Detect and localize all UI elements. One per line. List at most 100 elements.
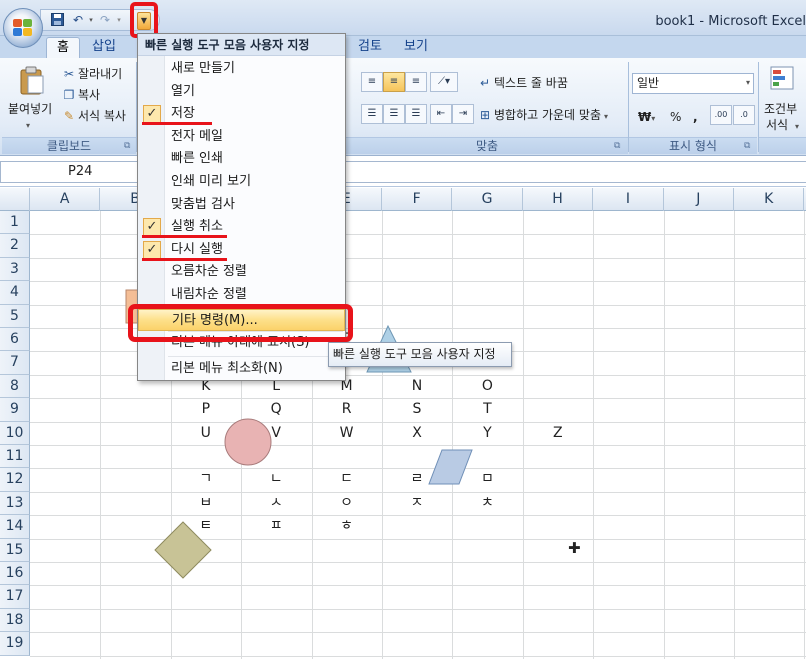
menu-item-label: 전자 메일 [171, 128, 223, 144]
check-mark-icon: ✓ [143, 218, 161, 237]
window-title: book1 - Microsoft Excel [655, 14, 806, 29]
merge-center-label: 병합하고 가운데 맞춤 [494, 108, 601, 122]
tab-review[interactable]: 검토 [350, 37, 390, 58]
menu-separator [168, 355, 343, 357]
increase-decimal-button[interactable]: .00 [710, 105, 732, 125]
menu-item-minimize-ribbon[interactable]: 리본 메뉴 최소화(N) [138, 358, 345, 380]
comma-button[interactable]: , [693, 109, 698, 125]
align-center-button[interactable]: ☰ [383, 104, 405, 124]
merge-center-button[interactable]: ⊞ 병합하고 가운데 맞춤 ▾ [478, 107, 608, 125]
menu-item-label: 맞춤법 검사 [171, 196, 235, 212]
formula-bar: P24 [0, 157, 806, 187]
conditional-format-dropdown-icon[interactable]: ▾ [795, 119, 799, 135]
redo-arrow-icon[interactable]: ↷ [98, 13, 112, 27]
menu-item-label: 새로 만들기 [171, 61, 235, 76]
floppy-disk-icon[interactable] [50, 13, 64, 27]
text-orientation-button[interactable]: ⟋▾ [430, 72, 458, 92]
menu-item-label: 다시 실행 [171, 241, 223, 257]
clipboard-paste-icon[interactable] [18, 66, 48, 96]
tab-home[interactable]: 홈 [46, 37, 80, 58]
paste-button[interactable]: 붙여넣기 [8, 101, 52, 117]
undo-dropdown-icon[interactable]: ▾ [84, 13, 98, 27]
tab-insert[interactable]: 삽입 [84, 37, 124, 58]
menu-item-label: 리본 메뉴 최소화(N) [171, 360, 283, 376]
menu-item-9[interactable]: 오름차순 정렬 [138, 261, 345, 283]
menu-item-0[interactable]: 새로 만들기 [138, 58, 345, 80]
clipboard-launcher-icon[interactable]: ⧉ [124, 141, 130, 151]
align-left-button[interactable]: ☰ [361, 104, 383, 124]
number-format-combobox[interactable]: 일반 ▾ [632, 73, 754, 94]
merge-cells-icon: ⊞ [479, 108, 491, 122]
increase-indent-button[interactable]: ⇥ [452, 104, 474, 124]
wrap-text-label: 텍스트 줄 바꿈 [494, 76, 568, 90]
title-bar: ↶ ▾ ↷ ▾ ▼ book1 - Microsoft Excel [0, 0, 806, 48]
styles-group-label [759, 137, 806, 154]
conditional-format-label-2[interactable]: 서식 [766, 117, 788, 133]
align-top-button[interactable]: ≡ [361, 72, 383, 92]
align-middle-button[interactable]: ≡ [383, 72, 405, 92]
check-mark-icon: ✓ [143, 240, 161, 259]
percent-button[interactable]: % [670, 109, 681, 125]
redo-dropdown-icon[interactable]: ▾ [112, 13, 126, 27]
menu-item-10[interactable]: 내림차순 정렬 [138, 284, 345, 306]
diamond-shape[interactable] [154, 521, 212, 579]
menu-item-1[interactable]: 열기 [138, 81, 345, 103]
circle-shape[interactable] [224, 418, 272, 466]
cut-button[interactable]: ✂ 잘라내기 [62, 66, 122, 82]
scissors-icon: ✂ [63, 67, 75, 81]
worksheet-grid[interactable]: ABCDEFGHIJK 1234567891011121314151617181… [0, 188, 806, 659]
menu-item-6[interactable]: 맞춤법 검사 [138, 194, 345, 216]
decrease-decimal-button[interactable]: .0 [733, 105, 755, 125]
merge-dropdown-icon: ▾ [604, 112, 609, 121]
ribbon-tabs: 홈 삽입 검토 보기 [0, 36, 806, 58]
conditional-format-icon[interactable] [770, 66, 794, 94]
format-painter-button[interactable]: ✎ 서식 복사 [62, 108, 126, 124]
menu-item-4[interactable]: 빠른 인쇄 [138, 148, 345, 170]
currency-label: ₩ [638, 110, 652, 124]
formula-input[interactable] [345, 161, 806, 183]
menu-item-label: 빠른 인쇄 [171, 151, 223, 167]
menu-item-label: 내림차순 정렬 [171, 287, 247, 302]
wrap-text-button[interactable]: ↵ 텍스트 줄 바꿈 [478, 75, 568, 91]
align-bottom-button[interactable]: ≡ [405, 72, 427, 92]
highlight-box-more-commands [128, 304, 353, 342]
currency-button[interactable]: ₩▾ [638, 109, 655, 127]
menu-item-label: 저장 [171, 106, 195, 122]
menu-header: 빠른 실행 도구 모음 사용자 지정 [138, 34, 345, 56]
shapes-layer [125, 289, 473, 579]
menu-item-5[interactable]: 인쇄 미리 보기 [138, 171, 345, 193]
red-underline [142, 235, 227, 239]
alignment-group-label: 맞춤 [346, 137, 628, 154]
office-logo-icon [13, 19, 33, 37]
number-group-label: 표시 형식 [629, 137, 757, 154]
decrease-indent-button[interactable]: ⇤ [430, 104, 452, 124]
currency-dropdown-icon: ▾ [651, 114, 656, 123]
number-format-dropdown-icon: ▾ [745, 78, 750, 87]
menu-item-label: 인쇄 미리 보기 [171, 174, 252, 189]
menu-item-label: 열기 [171, 83, 195, 99]
format-painter-label: 서식 복사 [78, 109, 126, 123]
clipboard-group-label: 클립보드 [2, 137, 136, 154]
cut-label: 잘라내기 [78, 67, 123, 81]
conditional-format-label-1[interactable]: 조건부 [764, 101, 797, 117]
paste-dropdown-icon[interactable]: ▾ [26, 118, 30, 134]
menu-item-3[interactable]: 전자 메일 [138, 126, 345, 148]
tooltip: 빠른 실행 도구 모음 사용자 지정 [328, 342, 512, 367]
number-format-value: 일반 [637, 76, 660, 90]
red-underline [142, 122, 212, 126]
office-button[interactable] [3, 8, 43, 48]
ribbon: 붙여넣기 ▾ ✂ 잘라내기 ❐ 복사 ✎ 서식 복사 클립보드 ⧉ ≡ ≡ ≡ ⟋▾ … [0, 58, 806, 156]
menu-item-label: 실행 취소 [171, 219, 223, 235]
tab-view[interactable]: 보기 [396, 37, 436, 58]
copy-button[interactable]: ❐ 복사 [62, 87, 100, 103]
parallelogram-shape[interactable] [428, 449, 473, 485]
paintbrush-icon: ✎ [63, 109, 75, 123]
red-underline [142, 257, 227, 261]
undo-arrow-icon[interactable]: ↶ [71, 13, 85, 27]
align-right-button[interactable]: ☰ [405, 104, 427, 124]
name-box[interactable]: P24 [0, 161, 138, 183]
number-launcher-icon[interactable]: ⧉ [744, 141, 750, 151]
alignment-launcher-icon[interactable]: ⧉ [614, 141, 620, 151]
cell-cursor-plus-icon: ✚ [568, 539, 581, 557]
wrap-text-icon: ↵ [479, 76, 491, 90]
